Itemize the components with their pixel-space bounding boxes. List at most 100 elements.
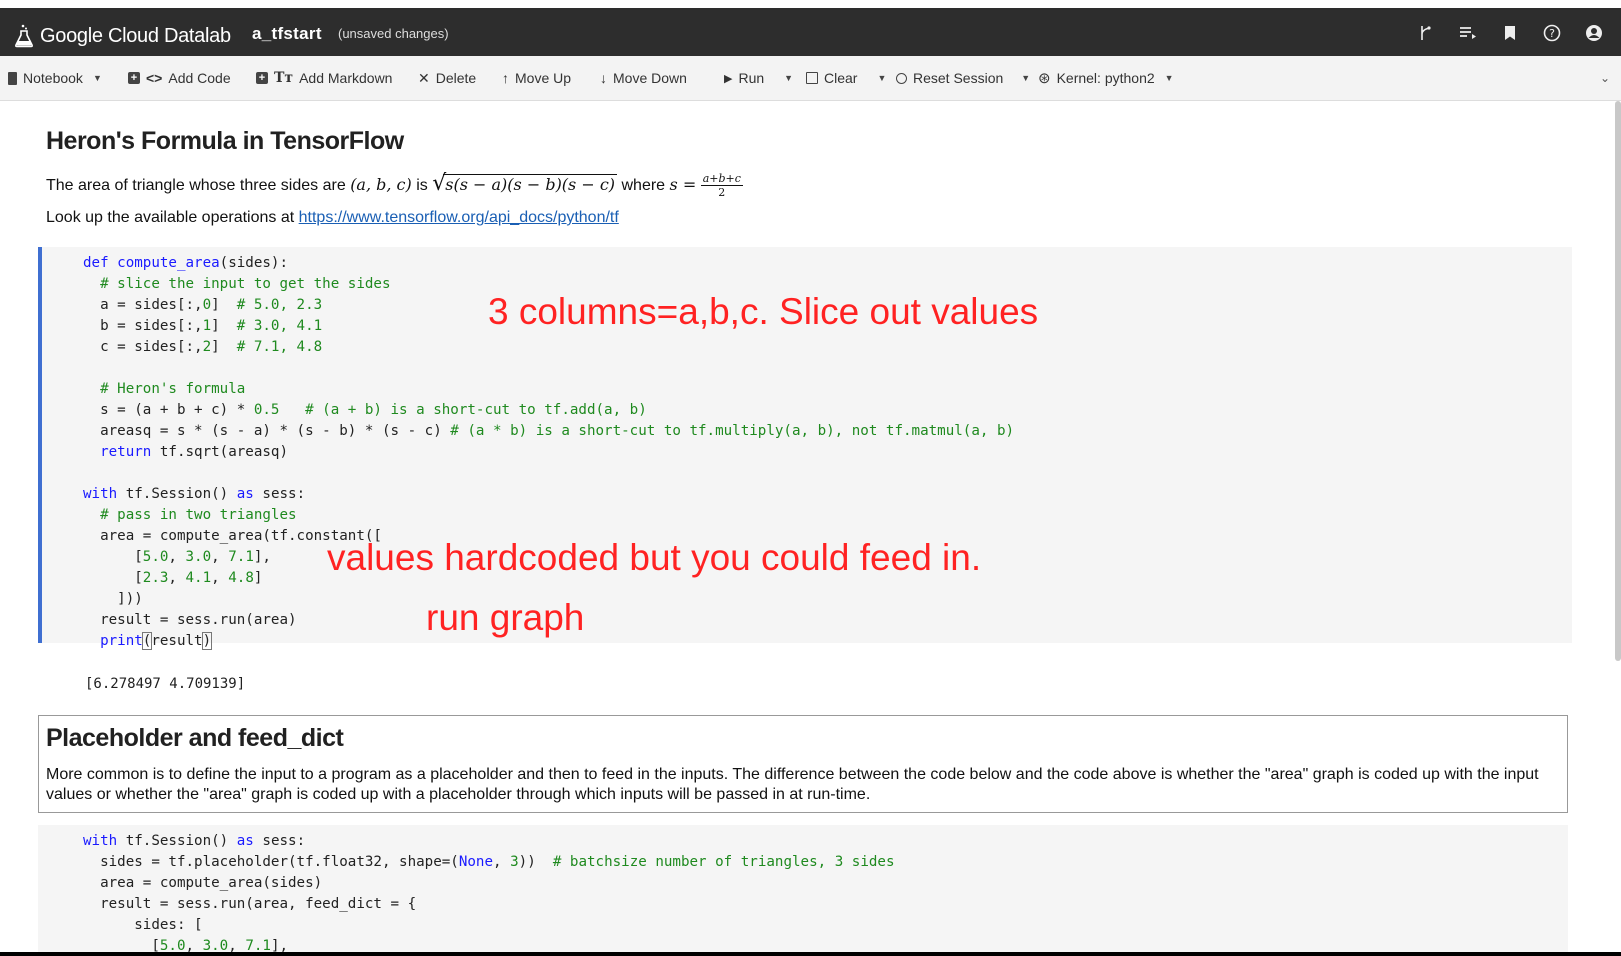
code-token: ] — [211, 318, 237, 334]
tensorflow-docs-link[interactable]: https://www.tensorflow.org/api_docs/pyth… — [299, 209, 619, 226]
flask-icon — [15, 24, 33, 48]
help-icon[interactable]: ? — [1541, 22, 1563, 44]
annotation-slice: 3 columns=a,b,c. Slice out values — [488, 291, 1039, 332]
code-comment: # Heron's formula — [83, 381, 246, 397]
fraction-numerator: a+b+c — [700, 172, 743, 187]
placeholder-text: More common is to define the input to a … — [46, 766, 1539, 803]
toolbar-expand-icon[interactable]: ⌄ — [1600, 56, 1610, 100]
notebook-menu[interactable]: Notebook ▼ — [8, 56, 102, 100]
lookup-label: Look up the available operations at — [46, 209, 295, 226]
code-token: , — [168, 549, 186, 565]
heron-title: Heron's Formula in TensorFlow — [46, 127, 404, 155]
add-code-button[interactable]: + <> Add Code — [128, 56, 231, 100]
code-keyword: with — [83, 486, 118, 502]
clear-button[interactable]: Clear ▼ — [806, 56, 886, 100]
caret-down-icon[interactable]: ▼ — [877, 73, 886, 83]
bracket-match: ) — [201, 632, 213, 650]
code-cell-placeholder[interactable]: with tf.Session() as sess: sides = tf.pl… — [38, 825, 1568, 956]
code-token: tf.Session() — [117, 833, 237, 849]
notebook-name[interactable]: a_tfstart — [252, 24, 322, 44]
account-icon[interactable] — [1583, 22, 1605, 44]
code-token: , — [211, 570, 229, 586]
code-token: ], — [253, 549, 271, 565]
lookup-text: Look up the available operations at http… — [46, 209, 619, 227]
kernel-menu[interactable]: ⊛ Kernel: python2 ▼ — [1038, 56, 1174, 100]
add-markdown-label: Add Markdown — [299, 70, 393, 86]
code-token: areasq = s * (s - a) * (s - b) * (s - c) — [83, 423, 451, 439]
caret-down-icon[interactable]: ▼ — [784, 73, 793, 83]
reset-session-button[interactable]: Reset Session ▼ — [896, 56, 1030, 100]
code-comment: # 3.0, 4.1 — [236, 318, 323, 334]
code-number: 2 — [202, 339, 212, 355]
code-token: b = sides[:, — [83, 318, 203, 334]
code-comment: # (a + b) is a short-cut to tf.add(a, b) — [305, 402, 647, 418]
run-button[interactable]: ▶ Run ▼ — [724, 56, 793, 100]
notebook-toolbar: Notebook ▼ + <> Add Code + Tт Add Markdow… — [0, 56, 1621, 101]
move-up-button[interactable]: ↑ Move Up — [502, 56, 571, 100]
add-icon: + — [256, 72, 268, 84]
delete-label: Delete — [435, 70, 477, 86]
heron-formula-text: The area of triangle whose three sides a… — [46, 171, 743, 199]
code-token: ] — [211, 339, 237, 355]
code-token: sess: — [253, 833, 306, 849]
code-number: 4.8 — [228, 570, 254, 586]
code-token: result = sess.run(area) — [83, 612, 297, 628]
clear-label: Clear — [824, 70, 858, 86]
code-keyword: print — [83, 633, 143, 649]
kernel-icon: ⊛ — [1038, 70, 1051, 87]
code-comment: # 7.1, 4.8 — [236, 339, 323, 355]
code-comment: # (a * b) is a short-cut to tf.multiply(… — [450, 423, 1015, 439]
run-label: Run — [738, 70, 765, 86]
top-icons: ? — [1415, 22, 1605, 44]
add-icon: + — [128, 72, 140, 84]
add-markdown-button[interactable]: + Tт Add Markdown — [256, 56, 392, 100]
branch-icon[interactable] — [1415, 22, 1437, 44]
code-comment: # 5.0, 2.3 — [236, 297, 323, 313]
code-token: sides: [ — [83, 917, 203, 933]
code-number: 0 — [202, 297, 212, 313]
close-icon: ✕ — [418, 69, 430, 86]
datalab-window: Google Cloud Datalab a_tfstart (unsaved … — [0, 0, 1621, 956]
code-comment: # pass in two triangles — [83, 507, 297, 523]
code-keyword: as — [236, 486, 254, 502]
is-word: is — [416, 177, 428, 194]
caret-down-icon[interactable]: ▼ — [1021, 73, 1030, 83]
playlist-icon[interactable] — [1457, 22, 1479, 44]
text-format-icon: Tт — [274, 70, 294, 86]
sqrt-expression: s(s − a)(s − b)(s − c) — [443, 174, 618, 194]
code-token: , — [168, 570, 186, 586]
code-token: , — [211, 549, 229, 565]
placeholder-title: Placeholder and feed_dict — [46, 724, 344, 752]
arrow-up-icon: ↑ — [502, 70, 509, 86]
code-keyword: None — [458, 854, 494, 870]
code-token: [ — [83, 549, 143, 565]
delete-button[interactable]: ✕ Delete — [418, 56, 476, 100]
notebook-menu-label: Notebook — [23, 70, 83, 86]
code-editor[interactable]: with tf.Session() as sess: sides = tf.pl… — [83, 831, 895, 956]
code-token: )) — [518, 854, 553, 870]
top-bar: Google Cloud Datalab a_tfstart (unsaved … — [0, 0, 1621, 56]
code-token: [ — [83, 570, 143, 586]
code-token: s = (a + b + c) * — [83, 402, 254, 418]
datalab-logo[interactable]: Google Cloud Datalab — [14, 20, 231, 52]
s-equals: s = — [669, 175, 697, 194]
play-icon: ▶ — [724, 72, 733, 85]
move-down-button[interactable]: ↓ Move Down — [600, 56, 687, 100]
code-token: a = sides[:, — [83, 297, 203, 313]
code-token: ])) — [83, 591, 143, 607]
code-token: area = compute_area(sides) — [83, 875, 323, 891]
where-word: where — [621, 177, 666, 194]
bookmark-icon[interactable] — [1499, 22, 1521, 44]
caret-down-icon: ▼ — [92, 73, 102, 83]
code-token: result — [151, 633, 203, 649]
markdown-cell-placeholder[interactable]: Placeholder and feed_dict More common is… — [38, 715, 1568, 813]
reset-session-label: Reset Session — [913, 70, 1004, 86]
code-token: tf.sqrt(areasq) — [151, 444, 289, 460]
code-number: 3.0 — [185, 549, 212, 565]
bottom-edge — [0, 952, 1621, 956]
move-up-label: Move Up — [515, 70, 572, 86]
code-number: 1 — [202, 318, 212, 334]
code-token: c = sides[:, — [83, 339, 203, 355]
code-keyword: as — [236, 833, 254, 849]
